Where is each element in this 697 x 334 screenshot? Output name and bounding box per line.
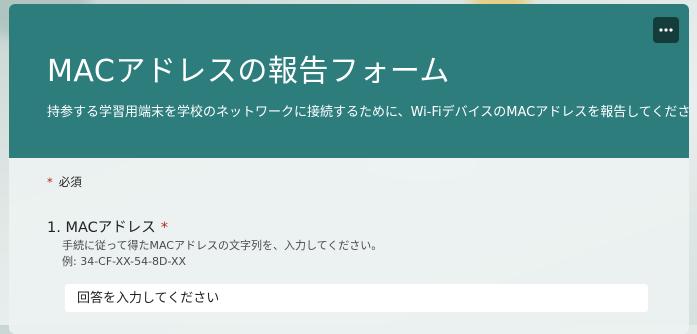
required-asterisk: * bbox=[47, 175, 53, 189]
form-title: MACアドレスの報告フォーム bbox=[47, 54, 450, 89]
question-title-text: 1. MACアドレス bbox=[47, 220, 156, 236]
form-description: 持参する学習用端末を学校のネットワークに接続するために、Wi-FiデバイスのMA… bbox=[47, 105, 689, 120]
question-description: 手続に従って得たMACアドレスの文字列を、入力してください。 例: 34-CF-… bbox=[62, 238, 382, 270]
question-required-mark: * bbox=[160, 220, 168, 236]
form-card: MACアドレスの報告フォーム 持参する学習用端末を学校のネットワークに接続するた… bbox=[9, 4, 689, 334]
required-label: 必須 bbox=[58, 175, 82, 189]
more-horizontal-icon bbox=[659, 28, 673, 32]
question-title: 1. MACアドレス * bbox=[47, 216, 168, 237]
required-note: * 必須 bbox=[47, 174, 82, 190]
answer-input[interactable] bbox=[65, 284, 648, 312]
form-header: MACアドレスの報告フォーム 持参する学習用端末を学校のネットワークに接続するた… bbox=[9, 4, 689, 158]
question-description-line: 手続に従って得たMACアドレスの文字列を、入力してください。 bbox=[62, 239, 383, 252]
question-example-line: 例: 34-CF-XX-54-8D-XX bbox=[62, 255, 187, 268]
more-options-button[interactable] bbox=[653, 17, 679, 43]
